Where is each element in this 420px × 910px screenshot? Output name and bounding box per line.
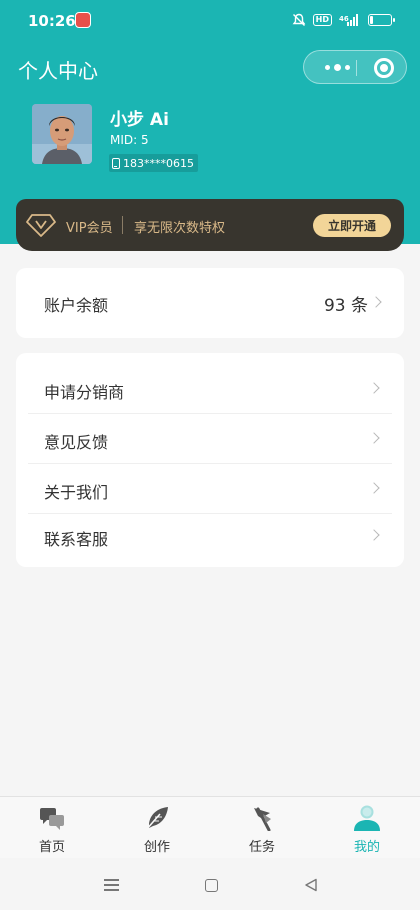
flag-icon	[254, 807, 271, 831]
avatar[interactable]	[32, 104, 92, 164]
menu-item-label: 意见反馈	[44, 433, 109, 452]
menu-item-feedback[interactable]: 意见反馈	[28, 414, 392, 464]
menu-item-about[interactable]: 关于我们	[28, 464, 392, 514]
chevron-right-icon	[368, 382, 380, 394]
chat-bubbles-icon	[40, 808, 64, 830]
menu-item-distributor[interactable]: 申请分销商	[28, 364, 392, 414]
more-icon[interactable]	[318, 51, 356, 83]
miniprogram-capsule	[303, 50, 407, 84]
vip-open-button[interactable]: 立即开通	[313, 214, 391, 237]
back-icon[interactable]	[304, 878, 318, 892]
vip-description: 享无限次数特权	[134, 221, 226, 236]
balance-card[interactable]: 账户余额 93 条	[16, 268, 404, 338]
user-phone-number: 183****0615	[123, 156, 194, 170]
close-miniprogram-icon[interactable]	[374, 58, 394, 78]
system-nav-bar	[0, 858, 420, 910]
balance-value: 93 条	[323, 296, 368, 316]
balance-label: 账户余额	[44, 296, 109, 315]
tab-create[interactable]: 创作	[117, 797, 197, 859]
menu-item-label: 关于我们	[44, 483, 109, 502]
vip-label: VIP会员	[66, 221, 113, 236]
user-phone: 183****0615	[109, 154, 198, 172]
feather-icon	[145, 807, 168, 831]
notification-app-icon	[75, 12, 91, 28]
recent-apps-icon[interactable]	[104, 879, 119, 891]
page-title: 个人中心	[18, 59, 98, 83]
svg-text:46: 46	[339, 15, 349, 23]
mute-bell-icon	[292, 13, 306, 26]
tab-label: 我的	[353, 840, 380, 855]
menu-card: 申请分销商 意见反馈 关于我们 联系客服	[16, 353, 404, 567]
vip-diamond-icon	[26, 214, 56, 237]
vip-banner[interactable]: VIP会员 享无限次数特权 立即开通	[16, 199, 404, 251]
menu-item-label: 申请分销商	[44, 383, 125, 402]
tab-label: 创作	[143, 840, 170, 855]
hd-badge: HD	[312, 14, 332, 26]
chevron-right-icon	[368, 482, 380, 494]
home-icon[interactable]	[205, 879, 218, 892]
tab-bar: 首页 创作 任务 我的	[0, 796, 420, 858]
tab-mine[interactable]: 我的	[327, 797, 407, 859]
status-time: 10:26	[28, 12, 76, 30]
tab-label: 首页	[38, 840, 65, 855]
user-name: 小步 Ai	[110, 110, 169, 130]
status-bar: 10:26 HD 46	[0, 0, 420, 42]
menu-item-label: 联系客服	[44, 530, 109, 549]
user-icon	[354, 805, 380, 831]
tab-label: 任务	[248, 840, 275, 855]
chevron-right-icon	[368, 432, 380, 444]
chevron-right-icon	[370, 296, 382, 308]
chevron-right-icon	[368, 529, 380, 541]
user-mid: MID: 5	[110, 133, 149, 147]
menu-item-customer-service[interactable]: 联系客服	[28, 511, 392, 561]
phone-icon	[112, 157, 120, 169]
vip-divider	[122, 216, 123, 234]
battery-icon	[368, 14, 395, 26]
tab-home[interactable]: 首页	[12, 797, 92, 859]
signal-icon: 46	[339, 14, 358, 26]
status-indicators: HD 46	[292, 13, 395, 27]
tab-tasks[interactable]: 任务	[222, 797, 302, 859]
